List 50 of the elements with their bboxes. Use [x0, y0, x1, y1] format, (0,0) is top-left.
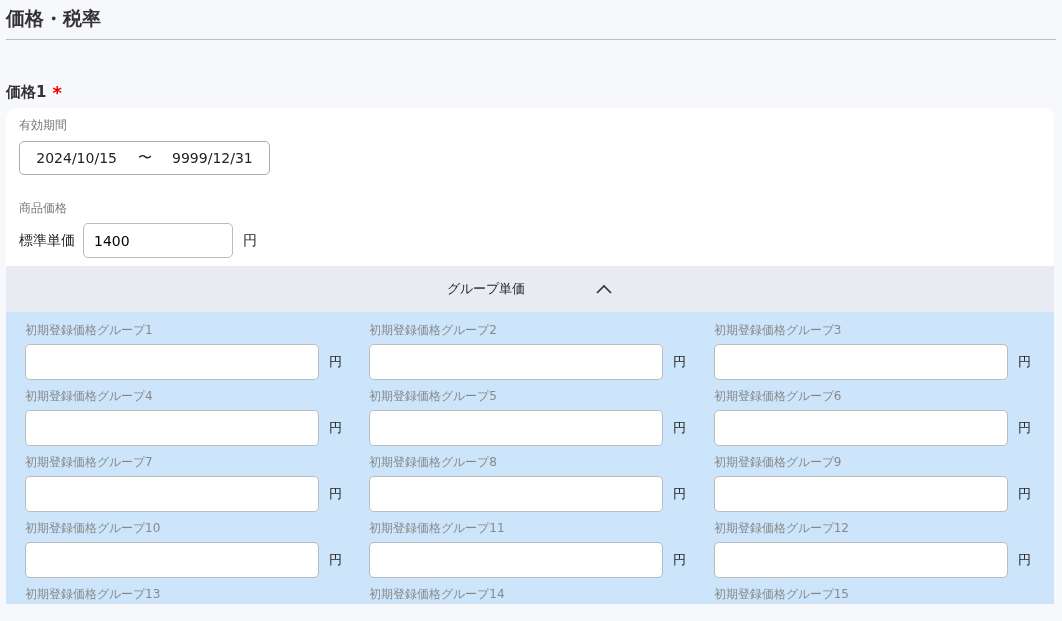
group-label: 初期登録価格グループ7	[25, 454, 154, 471]
group-label: 初期登録価格グループ12	[713, 520, 850, 537]
yen-unit: 円	[243, 231, 257, 250]
group-label: 初期登録価格グループ3	[713, 322, 843, 339]
yen-unit: 円	[673, 353, 687, 371]
yen-unit: 円	[329, 419, 342, 437]
group-label: 初期登録価格グループ6	[713, 388, 843, 405]
input-field[interactable]	[369, 476, 664, 512]
group-label: 初期登録価格グループ10	[25, 520, 162, 537]
group-label: 初期登録価格グループ11	[369, 520, 506, 537]
group-label: 初期登録価格グループ1	[25, 322, 154, 339]
group-label: 初期登録価格グループ15	[713, 586, 850, 603]
input-field[interactable]: 1400	[83, 223, 233, 258]
input-field[interactable]	[369, 542, 664, 578]
input-field[interactable]	[369, 410, 664, 446]
group-label: 初期登録価格グループ14	[369, 586, 506, 603]
group-label: 初期登録価格グループ4	[25, 388, 154, 405]
yen-unit: 円	[673, 485, 687, 503]
group-label: 初期登録価格グループ2	[369, 322, 498, 339]
input-field[interactable]	[369, 344, 664, 380]
input-field[interactable]	[713, 344, 1008, 380]
standard-price-label: 標準単価	[19, 231, 75, 250]
group-label: 初期登録価格グループ8	[369, 454, 498, 471]
yen-unit: 円	[1017, 551, 1031, 569]
input-field[interactable]	[25, 344, 319, 380]
group-panel-header[interactable]: グループ単価	[6, 266, 1054, 312]
group-label: 初期登録価格グループ13	[25, 586, 162, 603]
group-label: 初期登録価格グループ5	[369, 388, 498, 405]
period-label: 有効期間	[19, 118, 67, 132]
yen-unit: 円	[329, 485, 342, 503]
input-field[interactable]	[25, 410, 319, 446]
date-range-field[interactable]: 2024/10/15 〜 9999/12/31	[19, 141, 270, 175]
yen-unit: 円	[329, 551, 342, 569]
input-field[interactable]	[25, 476, 319, 512]
yen-unit: 円	[329, 353, 342, 371]
required-mark: *	[52, 81, 62, 103]
group-label: 初期登録価格グループ9	[713, 454, 843, 471]
input-field[interactable]	[713, 410, 1008, 446]
section-title: 価格・税率	[6, 7, 101, 29]
input-field[interactable]	[713, 542, 1008, 578]
input-field[interactable]	[25, 542, 319, 578]
yen-unit: 円	[673, 419, 687, 437]
chevron-icon	[595, 283, 613, 295]
product-price-label: 商品価格	[19, 201, 67, 215]
price-label: 価格1	[6, 82, 47, 102]
yen-unit: 円	[1017, 353, 1031, 371]
yen-unit: 円	[1017, 419, 1031, 437]
yen-unit: 円	[673, 551, 687, 569]
input-field[interactable]	[713, 476, 1008, 512]
yen-unit: 円	[1017, 485, 1031, 503]
